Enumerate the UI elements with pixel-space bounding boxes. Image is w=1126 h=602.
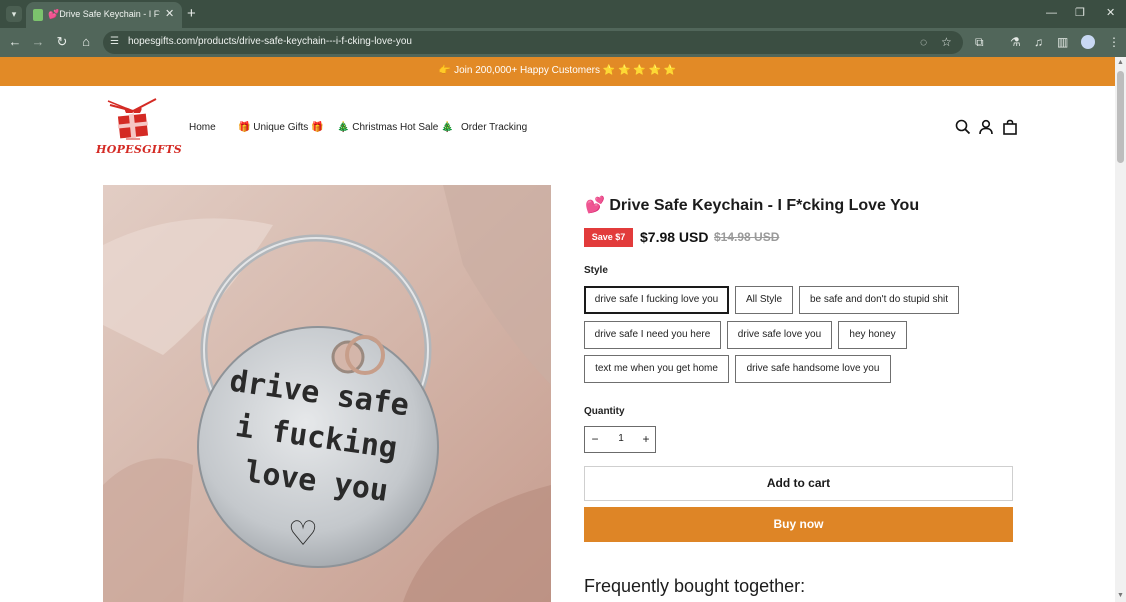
browser-tab-strip: ▾ 💕Drive Safe Keychain - I F*cking Love …	[0, 0, 1126, 28]
minimize-icon[interactable]: —	[1046, 6, 1057, 20]
side-panel-icon[interactable]: ▥	[1057, 34, 1068, 50]
add-to-cart-button[interactable]: Add to cart	[584, 466, 1013, 501]
address-bar[interactable]: ☰ hopesgifts.com/products/drive-safe-key…	[103, 31, 963, 54]
tab-close-icon[interactable]: ✕	[165, 8, 174, 20]
compare-at-price: $14.98 USD	[714, 230, 780, 244]
media-icon[interactable]: ♫	[1034, 34, 1043, 50]
logo-wordmark: HOPESGIFTS	[96, 143, 183, 156]
quantity-label: Quantity	[584, 406, 625, 417]
cart-bag-icon[interactable]	[1002, 119, 1018, 135]
star-bookmark-icon[interactable]: ☆	[941, 35, 952, 49]
nav-unique-gifts[interactable]: 🎁 Unique Gifts 🎁	[238, 122, 323, 133]
search-icon[interactable]	[955, 119, 971, 135]
quantity-increase-button[interactable]: +	[639, 432, 653, 446]
frequently-bought-heading: Frequently bought together:	[584, 576, 806, 596]
quantity-input[interactable]: 1	[615, 433, 627, 444]
keychain-heart-icon: ♡	[288, 514, 318, 554]
profile-avatar-icon[interactable]	[1081, 35, 1095, 49]
style-option-all-style[interactable]: All Style	[735, 286, 793, 314]
scroll-thumb[interactable]	[1117, 71, 1124, 163]
close-window-icon[interactable]: ✕	[1106, 6, 1115, 20]
favicon-icon	[33, 9, 43, 21]
announcement-text: 👉 Join 200,000+ Happy Customers ⭐ ⭐ ⭐ ⭐ …	[438, 65, 677, 76]
style-option-handsome-love-you[interactable]: drive safe handsome love you	[735, 355, 891, 383]
page-scrollbar[interactable]: ▲ ▼	[1115, 57, 1126, 602]
labs-icon[interactable]: ⚗	[1010, 34, 1021, 50]
extensions-icon[interactable]: ⧉	[975, 34, 984, 50]
buy-now-button[interactable]: Buy now	[584, 507, 1013, 542]
site-info-icon[interactable]: ☰	[110, 36, 122, 48]
home-icon[interactable]: ⌂	[78, 34, 94, 50]
heart-emoji-icon: 💕	[585, 197, 605, 214]
style-option-be-safe[interactable]: be safe and don't do stupid shit	[799, 286, 959, 314]
nav-home[interactable]: Home	[189, 122, 216, 133]
account-icon[interactable]	[978, 119, 994, 135]
url-text: hopesgifts.com/products/drive-safe-keych…	[128, 36, 412, 47]
browser-toolbar: ← → ↻ ⌂ ☰ hopesgifts.com/products/drive-…	[0, 28, 1126, 57]
back-arrow-icon[interactable]: ←	[7, 34, 23, 50]
style-option-drive-safe-love-you[interactable]: drive safe love you	[727, 321, 832, 349]
announcement-bar: 👉 Join 200,000+ Happy Customers ⭐ ⭐ ⭐ ⭐ …	[0, 57, 1115, 86]
nav-order-tracking[interactable]: Order Tracking	[461, 122, 527, 133]
gift-box-logo-icon	[107, 98, 157, 140]
keychain-photo: drive safe i fucking love you ♡	[103, 185, 551, 602]
product-title: 💕 Drive Safe Keychain - I F*cking Love Y…	[585, 195, 919, 215]
eye-off-icon[interactable]: ◌	[920, 35, 927, 49]
scroll-down-arrow-icon[interactable]: ▼	[1117, 592, 1124, 599]
browser-tab[interactable]: 💕Drive Safe Keychain - I F*cking Love Yo…	[26, 2, 182, 28]
restore-icon[interactable]: ❐	[1075, 6, 1085, 20]
menu-kebab-icon[interactable]: ⋮	[1108, 34, 1120, 50]
sale-price: $7.98 USD	[640, 229, 709, 245]
product-image[interactable]: drive safe i fucking love you ♡	[103, 185, 551, 602]
site-logo[interactable]: HOPESGIFTS	[96, 97, 183, 157]
style-option-drive-safe-i-fucking-love-you[interactable]: drive safe I fucking love you	[584, 286, 729, 314]
style-label: Style	[584, 265, 608, 276]
nav-christmas-hot-sale[interactable]: 🎄 Christmas Hot Sale 🎄	[337, 122, 454, 133]
quantity-stepper: − 1 +	[584, 426, 656, 453]
reload-icon[interactable]: ↻	[54, 34, 70, 50]
quantity-decrease-button[interactable]: −	[588, 432, 602, 446]
tab-list-icon[interactable]: ▾	[6, 6, 22, 22]
product-title-text: Drive Safe Keychain - I F*cking Love You	[609, 197, 920, 214]
forward-arrow-icon[interactable]: →	[30, 34, 46, 50]
style-option-hey-honey[interactable]: hey honey	[838, 321, 907, 349]
style-option-need-you-here[interactable]: drive safe I need you here	[584, 321, 721, 349]
style-option-text-me-when-you-get-home[interactable]: text me when you get home	[584, 355, 729, 383]
save-badge: Save $7	[584, 228, 633, 247]
scroll-up-arrow-icon[interactable]: ▲	[1117, 59, 1124, 66]
new-tab-button[interactable]: +	[187, 6, 196, 21]
tab-title: 💕Drive Safe Keychain - I F*cking Love Yo…	[48, 9, 160, 19]
